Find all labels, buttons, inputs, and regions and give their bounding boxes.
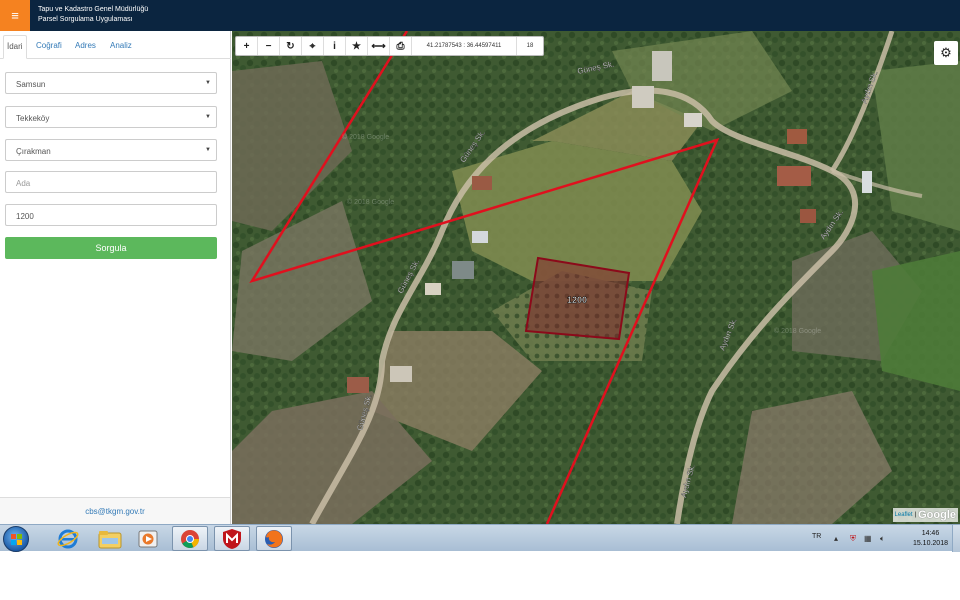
district-select[interactable]: Tekkeköy ▼ (5, 106, 217, 128)
measure-button[interactable]: ⟷ (368, 37, 390, 55)
parcel-label: 1200 (567, 295, 587, 305)
zoom-out-icon: − (265, 40, 272, 52)
block-input[interactable]: Ada (5, 171, 217, 193)
system-clock[interactable]: 14:46 15.10.2018 (913, 529, 948, 549)
google-watermark: © 2018 Google (342, 133, 389, 141)
locate-button[interactable]: ⌖ (302, 37, 324, 55)
firefox-icon (265, 529, 283, 548)
clock-date: 15.10.2018 (912, 540, 948, 547)
parcel-input[interactable]: 1200 (5, 204, 217, 226)
windows-logo-icon (11, 534, 22, 545)
google-watermark: © 2018 Google (774, 327, 821, 335)
tab-adres[interactable]: Adres (72, 35, 99, 59)
settings-button[interactable]: ⚙ (934, 41, 958, 65)
network-icon[interactable]: ▦ (864, 534, 872, 543)
sidebar-footer: cbs@tkgm.gov.tr (0, 497, 230, 524)
info-button[interactable]: i (324, 37, 346, 55)
language-indicator[interactable]: TR (812, 533, 821, 540)
hamburger-icon: ≡ (11, 8, 19, 23)
parcel-value: 1200 (16, 212, 34, 221)
refresh-icon: ↻ (286, 40, 295, 52)
google-logo: Google (918, 509, 956, 521)
show-desktop-button[interactable] (952, 525, 960, 552)
taskbar-firefox[interactable] (256, 526, 292, 551)
print-icon: ⎙ (396, 40, 405, 52)
locate-icon: ⌖ (309, 40, 316, 52)
taskbar-chrome[interactable] (172, 526, 208, 551)
info-icon: i (333, 40, 336, 52)
tab-idari[interactable]: İdari (3, 35, 27, 59)
tab-analiz[interactable]: Analiz (107, 35, 135, 59)
sidebar: İdari Coğrafi Adres Analiz Samsun ▼ Tekk… (0, 31, 231, 524)
mcafee-icon (223, 528, 241, 549)
sidebar-tabs: İdari Coğrafi Adres Analiz (0, 31, 231, 59)
map-toolbar: + − ↻ ⌖ i ★ ⟷ ⎙ 41.21787543 : 36.4459741… (235, 36, 544, 56)
app-title: Tapu ve Kadastro Genel Müdürlüğü Parsel … (38, 5, 148, 25)
star-icon: ★ (352, 40, 361, 52)
attribution-separator: | (914, 512, 917, 518)
province-value: Samsun (16, 80, 46, 89)
map-attribution: Leaflet | Google (892, 508, 958, 522)
zoom-in-button[interactable]: + (236, 37, 258, 55)
neighborhood-select[interactable]: Çırakman ▼ (5, 139, 217, 161)
province-select[interactable]: Samsun ▼ (5, 72, 217, 94)
clock-time: 14:46 (921, 530, 940, 537)
internet-explorer-icon (57, 529, 79, 548)
caret-down-icon: ▼ (205, 147, 211, 153)
block-placeholder: Ada (16, 179, 31, 188)
start-button[interactable] (3, 526, 29, 552)
show-hidden-icons-icon[interactable]: ▴ (834, 534, 838, 543)
google-watermark: © 2018 Google (347, 198, 394, 206)
leaflet-link[interactable]: Leaflet (895, 512, 913, 518)
hamburger-menu-button[interactable]: ≡ (0, 0, 30, 31)
windows-taskbar: TR ▴ ⛨ ▦ 🔈︎ 14:46 15.10.2018 (0, 524, 960, 552)
mcafee-tray-icon[interactable]: ⛨ (850, 534, 856, 544)
app-header: ≡ Tapu ve Kadastro Genel Müdürlüğü Parse… (0, 0, 960, 31)
system-tray: TR ▴ ⛨ ▦ 🔈︎ 14:46 15.10.2018 (800, 525, 960, 552)
taskbar-file-explorer[interactable] (92, 526, 128, 551)
taskbar-mcafee[interactable] (214, 526, 250, 551)
query-button[interactable]: Sorgula (5, 237, 217, 259)
map-view[interactable]: 1200 Güneş Sk. Güneş Sk. Güneş Sk. Güneş… (232, 31, 960, 524)
volume-icon[interactable]: 🔈︎ (880, 534, 885, 544)
neighborhood-value: Çırakman (16, 147, 51, 156)
gear-icon: ⚙ (940, 45, 952, 60)
caret-down-icon: ▼ (205, 114, 211, 120)
zoom-out-button[interactable]: − (258, 37, 280, 55)
taskbar-internet-explorer[interactable] (50, 526, 86, 551)
app-title-line1: Tapu ve Kadastro Genel Müdürlüğü (38, 6, 149, 13)
zoom-level-readout: 18 (526, 43, 534, 49)
refresh-button[interactable]: ↻ (280, 37, 302, 55)
file-explorer-icon (98, 530, 122, 548)
measure-icon: ⟷ (371, 40, 386, 52)
print-button[interactable]: ⎙ (390, 37, 412, 55)
media-player-icon (138, 530, 158, 547)
zoom-in-icon: + (243, 40, 250, 52)
app-title-line2: Parsel Sorgulama Uygulaması (38, 16, 133, 23)
coordinate-readout: 41.21787543 : 36.44597411 (412, 37, 517, 55)
district-value: Tekkeköy (16, 114, 50, 123)
tab-cografi[interactable]: Coğrafi (33, 35, 65, 59)
satellite-imagery: 1200 Güneş Sk. Güneş Sk. Güneş Sk. Güneş… (232, 31, 960, 524)
caret-down-icon: ▼ (205, 80, 211, 86)
taskbar-media-player[interactable] (130, 526, 166, 551)
chrome-icon (181, 529, 199, 548)
contact-email-link[interactable]: cbs@tkgm.gov.tr (85, 507, 145, 516)
favorite-button[interactable]: ★ (346, 37, 368, 55)
